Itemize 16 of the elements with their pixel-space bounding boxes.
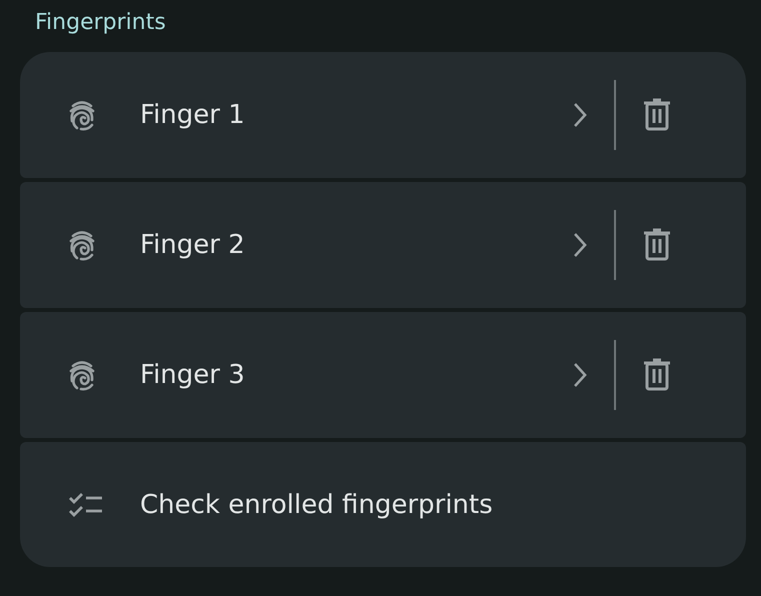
fingerprint-row[interactable]: Finger 3 — [20, 312, 746, 438]
fingerprint-row[interactable]: Finger 1 — [20, 52, 746, 178]
fingerprint-name: Finger 3 — [140, 360, 246, 390]
fingerprint-row[interactable]: Finger 2 — [20, 182, 746, 308]
fingerprint-name: Finger 2 — [140, 230, 246, 260]
checklist-icon — [68, 490, 104, 518]
section-title: Fingerprints — [34, 9, 167, 37]
delete-icon[interactable] — [642, 98, 672, 132]
chevron-right-icon — [572, 101, 588, 129]
delete-icon[interactable] — [642, 358, 672, 392]
fingerprint-name: Finger 1 — [140, 100, 246, 130]
chevron-right-icon — [572, 231, 588, 259]
chevron-right-icon — [572, 361, 588, 389]
delete-icon[interactable] — [642, 228, 672, 262]
action-label: Check enrolled fingerprints — [140, 490, 494, 520]
check-fingerprints-row[interactable]: Check enrolled fingerprints — [20, 442, 746, 567]
